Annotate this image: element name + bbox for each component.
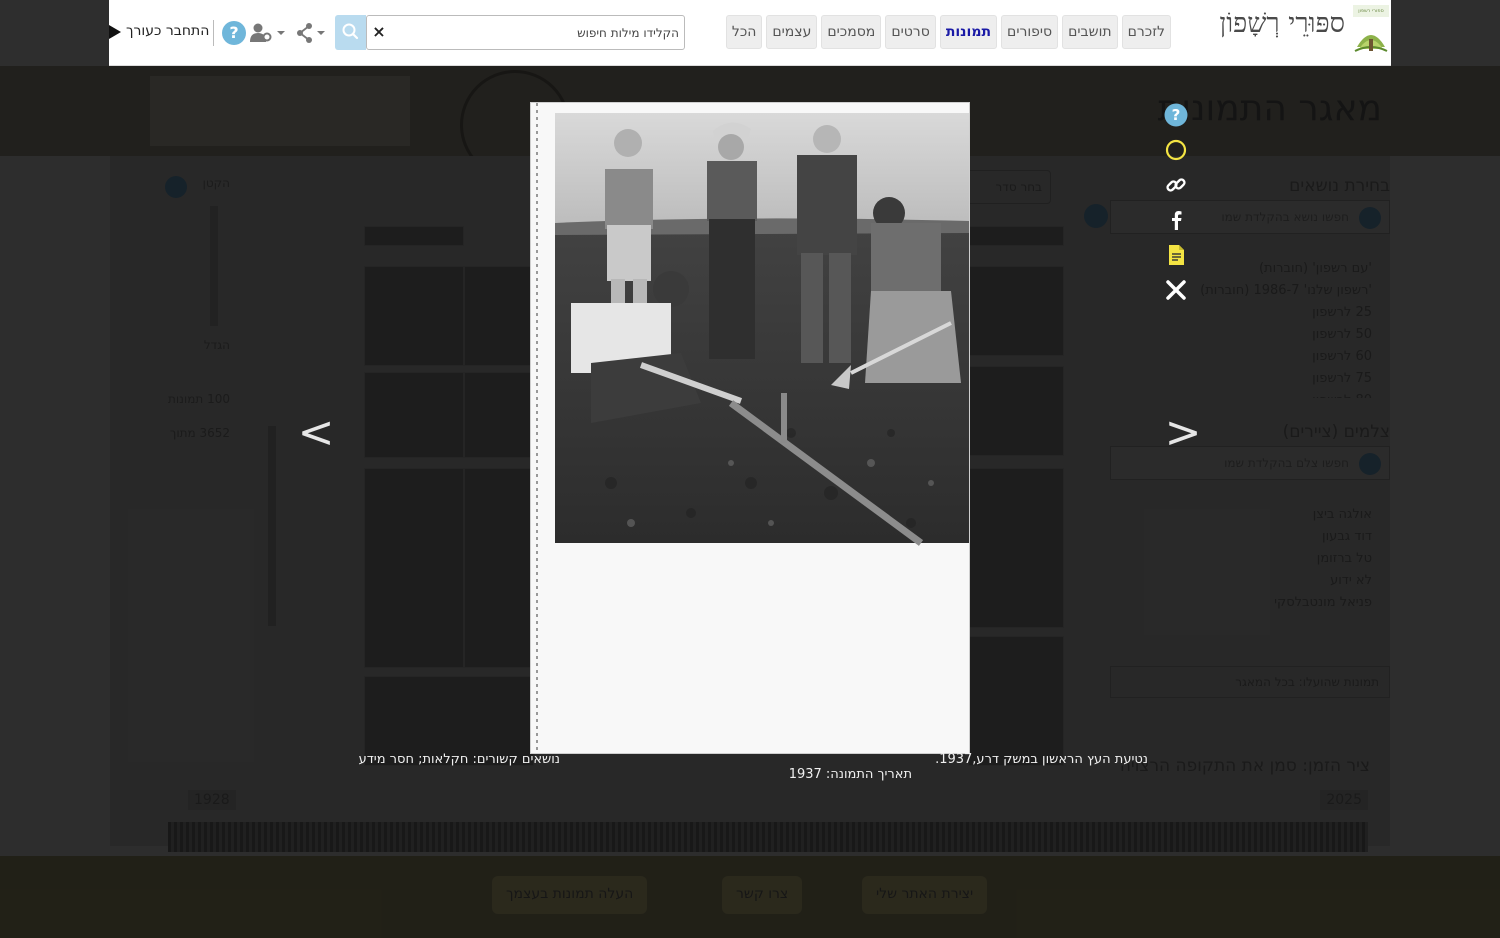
login-arrow-icon: [109, 25, 121, 39]
top-navbar: ספורי רשפון ספּוּרֵי רְשָׁפוֹן לזכרם תוש…: [109, 0, 1391, 66]
share-menu-button[interactable]: [295, 22, 327, 44]
tab-residents[interactable]: תושבים: [1062, 15, 1118, 49]
logo-text: ספורי רשפון: [1353, 5, 1389, 17]
next-photo-button[interactable]: >: [1163, 405, 1203, 461]
previous-photo-button[interactable]: <: [296, 405, 336, 461]
login-button[interactable]: התחבר כעורך: [109, 20, 209, 46]
user-menu-button[interactable]: [249, 22, 287, 44]
logo-tree-icon: [1354, 35, 1388, 52]
help-icon[interactable]: ?: [1164, 103, 1188, 127]
photo-date: תאריך התמונה: 1937: [788, 767, 912, 782]
user-settings-icon: [250, 23, 285, 42]
login-label: התחבר כעורך: [126, 23, 210, 39]
photo-planting-tree: [531, 103, 969, 753]
tab-photos[interactable]: תמונות: [939, 15, 998, 49]
divider: [213, 20, 214, 46]
clear-search-icon[interactable]: ×: [371, 23, 387, 41]
search-box: ×: [366, 15, 685, 50]
search-icon: [342, 23, 359, 40]
close-icon[interactable]: [1164, 278, 1188, 302]
lightbox-photo: [530, 102, 970, 754]
tab-all[interactable]: הכל: [725, 15, 763, 49]
search-input[interactable]: [393, 16, 683, 49]
related-topics: נושאים קשורים: חקלאות; חסר מידע: [358, 752, 560, 767]
help-icon[interactable]: ?: [222, 21, 246, 45]
circle-icon[interactable]: [1164, 138, 1188, 162]
site-logo[interactable]: ספורי רשפון: [1353, 5, 1389, 52]
tab-objects[interactable]: עצמים: [766, 15, 818, 49]
tab-stories[interactable]: סיפורים: [1001, 15, 1059, 49]
link-icon[interactable]: [1164, 173, 1188, 197]
tab-documents[interactable]: מסמכים: [821, 15, 882, 49]
share-icon: [297, 23, 325, 43]
site-brand[interactable]: ספּוּרֵי רְשָׁפוֹן: [1219, 8, 1345, 39]
facebook-icon[interactable]: [1164, 208, 1188, 232]
main-nav: לזכרם תושבים סיפורים תמונות סרטים מסמכים…: [725, 15, 1171, 49]
tab-memorial[interactable]: לזכרם: [1121, 15, 1171, 49]
tab-films[interactable]: סרטים: [885, 15, 936, 49]
search-button[interactable]: [335, 15, 366, 50]
svg-text:?: ?: [1172, 106, 1181, 124]
photo-caption: נטיעת העץ הראשון במשק דרע,1937.: [935, 752, 1148, 767]
document-icon[interactable]: [1164, 243, 1188, 267]
